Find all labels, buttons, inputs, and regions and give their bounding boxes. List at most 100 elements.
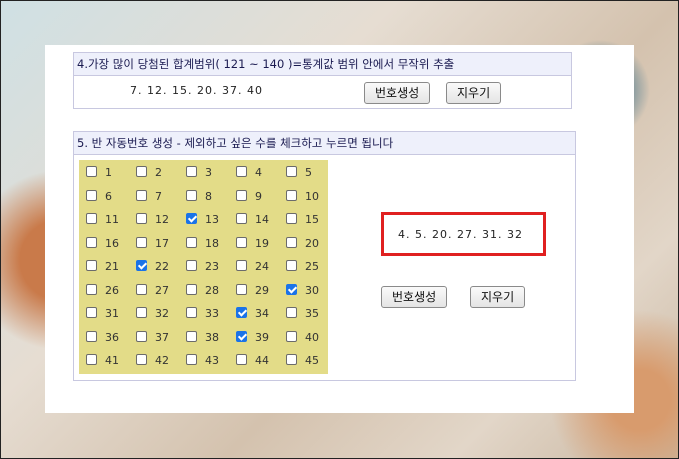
number-label: 2 bbox=[155, 166, 162, 179]
number-checkbox[interactable] bbox=[86, 283, 97, 295]
number-cell: 28 bbox=[181, 280, 229, 302]
number-checkbox[interactable] bbox=[236, 307, 247, 318]
number-cell: 13 bbox=[181, 209, 229, 231]
number-label: 3 bbox=[205, 166, 212, 179]
number-checkbox[interactable] bbox=[236, 283, 247, 295]
number-checkbox[interactable] bbox=[286, 236, 297, 248]
number-cell: 26 bbox=[81, 280, 129, 302]
number-cell: 7 bbox=[131, 186, 179, 208]
number-checkbox[interactable] bbox=[86, 260, 97, 271]
number-checkbox[interactable] bbox=[186, 354, 197, 365]
number-checkbox[interactable] bbox=[136, 236, 147, 248]
number-cell: 32 bbox=[131, 303, 179, 325]
sum-range-section: 4.가장 많이 당첨된 합계범위( 121 ~ 140 )=통계값 범위 안에서… bbox=[73, 52, 572, 109]
number-checkbox[interactable] bbox=[286, 307, 297, 318]
number-cell: 37 bbox=[131, 327, 179, 349]
number-cell: 36 bbox=[81, 327, 129, 349]
number-label: 1 bbox=[105, 166, 112, 179]
number-checkbox[interactable] bbox=[236, 166, 247, 177]
semi-auto-generate-button[interactable]: 번호생성 bbox=[381, 286, 448, 308]
number-checkbox[interactable] bbox=[236, 213, 247, 224]
number-checkbox[interactable] bbox=[86, 189, 97, 201]
number-cell: 1 bbox=[81, 162, 129, 184]
number-label: 19 bbox=[255, 236, 269, 250]
number-checkbox[interactable] bbox=[186, 166, 197, 177]
number-checkbox[interactable] bbox=[186, 330, 197, 342]
number-checkbox[interactable] bbox=[286, 213, 297, 224]
number-checkbox[interactable] bbox=[236, 330, 247, 342]
number-checkbox[interactable] bbox=[236, 236, 247, 248]
number-checkbox[interactable] bbox=[186, 236, 197, 248]
number-cell: 40 bbox=[281, 327, 329, 349]
number-cell: 23 bbox=[181, 256, 229, 278]
number-checkbox[interactable] bbox=[136, 354, 147, 365]
number-cell: 20 bbox=[281, 233, 329, 255]
number-checkbox[interactable] bbox=[236, 189, 247, 201]
number-label: 31 bbox=[105, 307, 119, 320]
number-checkbox[interactable] bbox=[86, 354, 97, 365]
sum-range-row: 7. 12. 15. 20. 37. 40 번호생성 지우기 bbox=[74, 76, 571, 108]
number-cell: 44 bbox=[231, 350, 279, 372]
number-checkbox[interactable] bbox=[136, 307, 147, 318]
number-cell: 24 bbox=[231, 256, 279, 278]
number-label: 25 bbox=[305, 260, 319, 273]
sum-range-generate-button[interactable]: 번호생성 bbox=[364, 82, 431, 104]
number-checkbox[interactable] bbox=[186, 213, 197, 224]
number-checkbox[interactable] bbox=[86, 166, 97, 177]
number-checkbox-grid: 1 2 3 4 5 6 7 8 9 10 11 12 13 14 15 16 17 18 19 20 21 22 23 24 2… bbox=[79, 160, 328, 374]
number-cell: 16 bbox=[81, 233, 129, 255]
number-checkbox[interactable] bbox=[86, 236, 97, 248]
number-label: 30 bbox=[305, 283, 319, 297]
number-label: 42 bbox=[155, 354, 169, 367]
number-label: 44 bbox=[255, 354, 269, 367]
number-checkbox[interactable] bbox=[136, 213, 147, 224]
number-checkbox[interactable] bbox=[186, 260, 197, 271]
number-label: 38 bbox=[205, 330, 219, 344]
sum-range-numbers: 7. 12. 15. 20. 37. 40 bbox=[130, 84, 263, 97]
number-label: 11 bbox=[105, 213, 119, 226]
number-cell: 29 bbox=[231, 280, 279, 302]
number-checkbox[interactable] bbox=[286, 330, 297, 342]
number-cell: 42 bbox=[131, 350, 179, 372]
number-label: 28 bbox=[205, 283, 219, 297]
number-label: 36 bbox=[105, 330, 119, 344]
number-checkbox[interactable] bbox=[136, 189, 147, 201]
number-checkbox[interactable] bbox=[286, 189, 297, 201]
number-checkbox[interactable] bbox=[136, 166, 147, 177]
number-checkbox[interactable] bbox=[186, 189, 197, 201]
number-checkbox[interactable] bbox=[236, 260, 247, 271]
number-checkbox[interactable] bbox=[86, 330, 97, 342]
semi-auto-clear-button[interactable]: 지우기 bbox=[470, 286, 526, 308]
number-checkbox[interactable] bbox=[136, 283, 147, 295]
number-label: 10 bbox=[305, 189, 319, 203]
number-label: 39 bbox=[255, 330, 269, 344]
number-checkbox[interactable] bbox=[286, 354, 297, 365]
number-label: 14 bbox=[255, 213, 269, 226]
number-label: 33 bbox=[205, 307, 219, 320]
number-checkbox[interactable] bbox=[286, 166, 297, 177]
number-label: 41 bbox=[105, 354, 119, 367]
number-checkbox[interactable] bbox=[86, 307, 97, 318]
number-checkbox[interactable] bbox=[286, 283, 297, 295]
number-checkbox[interactable] bbox=[286, 260, 297, 271]
number-cell: 4 bbox=[231, 162, 279, 184]
lotto-panel: 4.가장 많이 당첨된 합계범위( 121 ~ 140 )=통계값 범위 안에서… bbox=[45, 45, 634, 413]
number-label: 8 bbox=[205, 189, 212, 203]
sum-range-clear-button[interactable]: 지우기 bbox=[446, 82, 502, 104]
number-cell: 43 bbox=[181, 350, 229, 372]
number-cell: 14 bbox=[231, 209, 279, 231]
number-cell: 15 bbox=[281, 209, 329, 231]
number-cell: 45 bbox=[281, 350, 329, 372]
number-cell: 25 bbox=[281, 256, 329, 278]
sum-range-title: 4.가장 많이 당첨된 합계범위( 121 ~ 140 )=통계값 범위 안에서… bbox=[74, 53, 571, 76]
number-checkbox[interactable] bbox=[136, 330, 147, 342]
number-cell: 38 bbox=[181, 327, 229, 349]
number-checkbox[interactable] bbox=[136, 260, 147, 271]
number-checkbox[interactable] bbox=[236, 354, 247, 365]
number-checkbox[interactable] bbox=[186, 283, 197, 295]
number-cell: 10 bbox=[281, 186, 329, 208]
number-label: 24 bbox=[255, 260, 269, 273]
number-label: 27 bbox=[155, 283, 169, 297]
number-checkbox[interactable] bbox=[186, 307, 197, 318]
number-checkbox[interactable] bbox=[86, 213, 97, 224]
